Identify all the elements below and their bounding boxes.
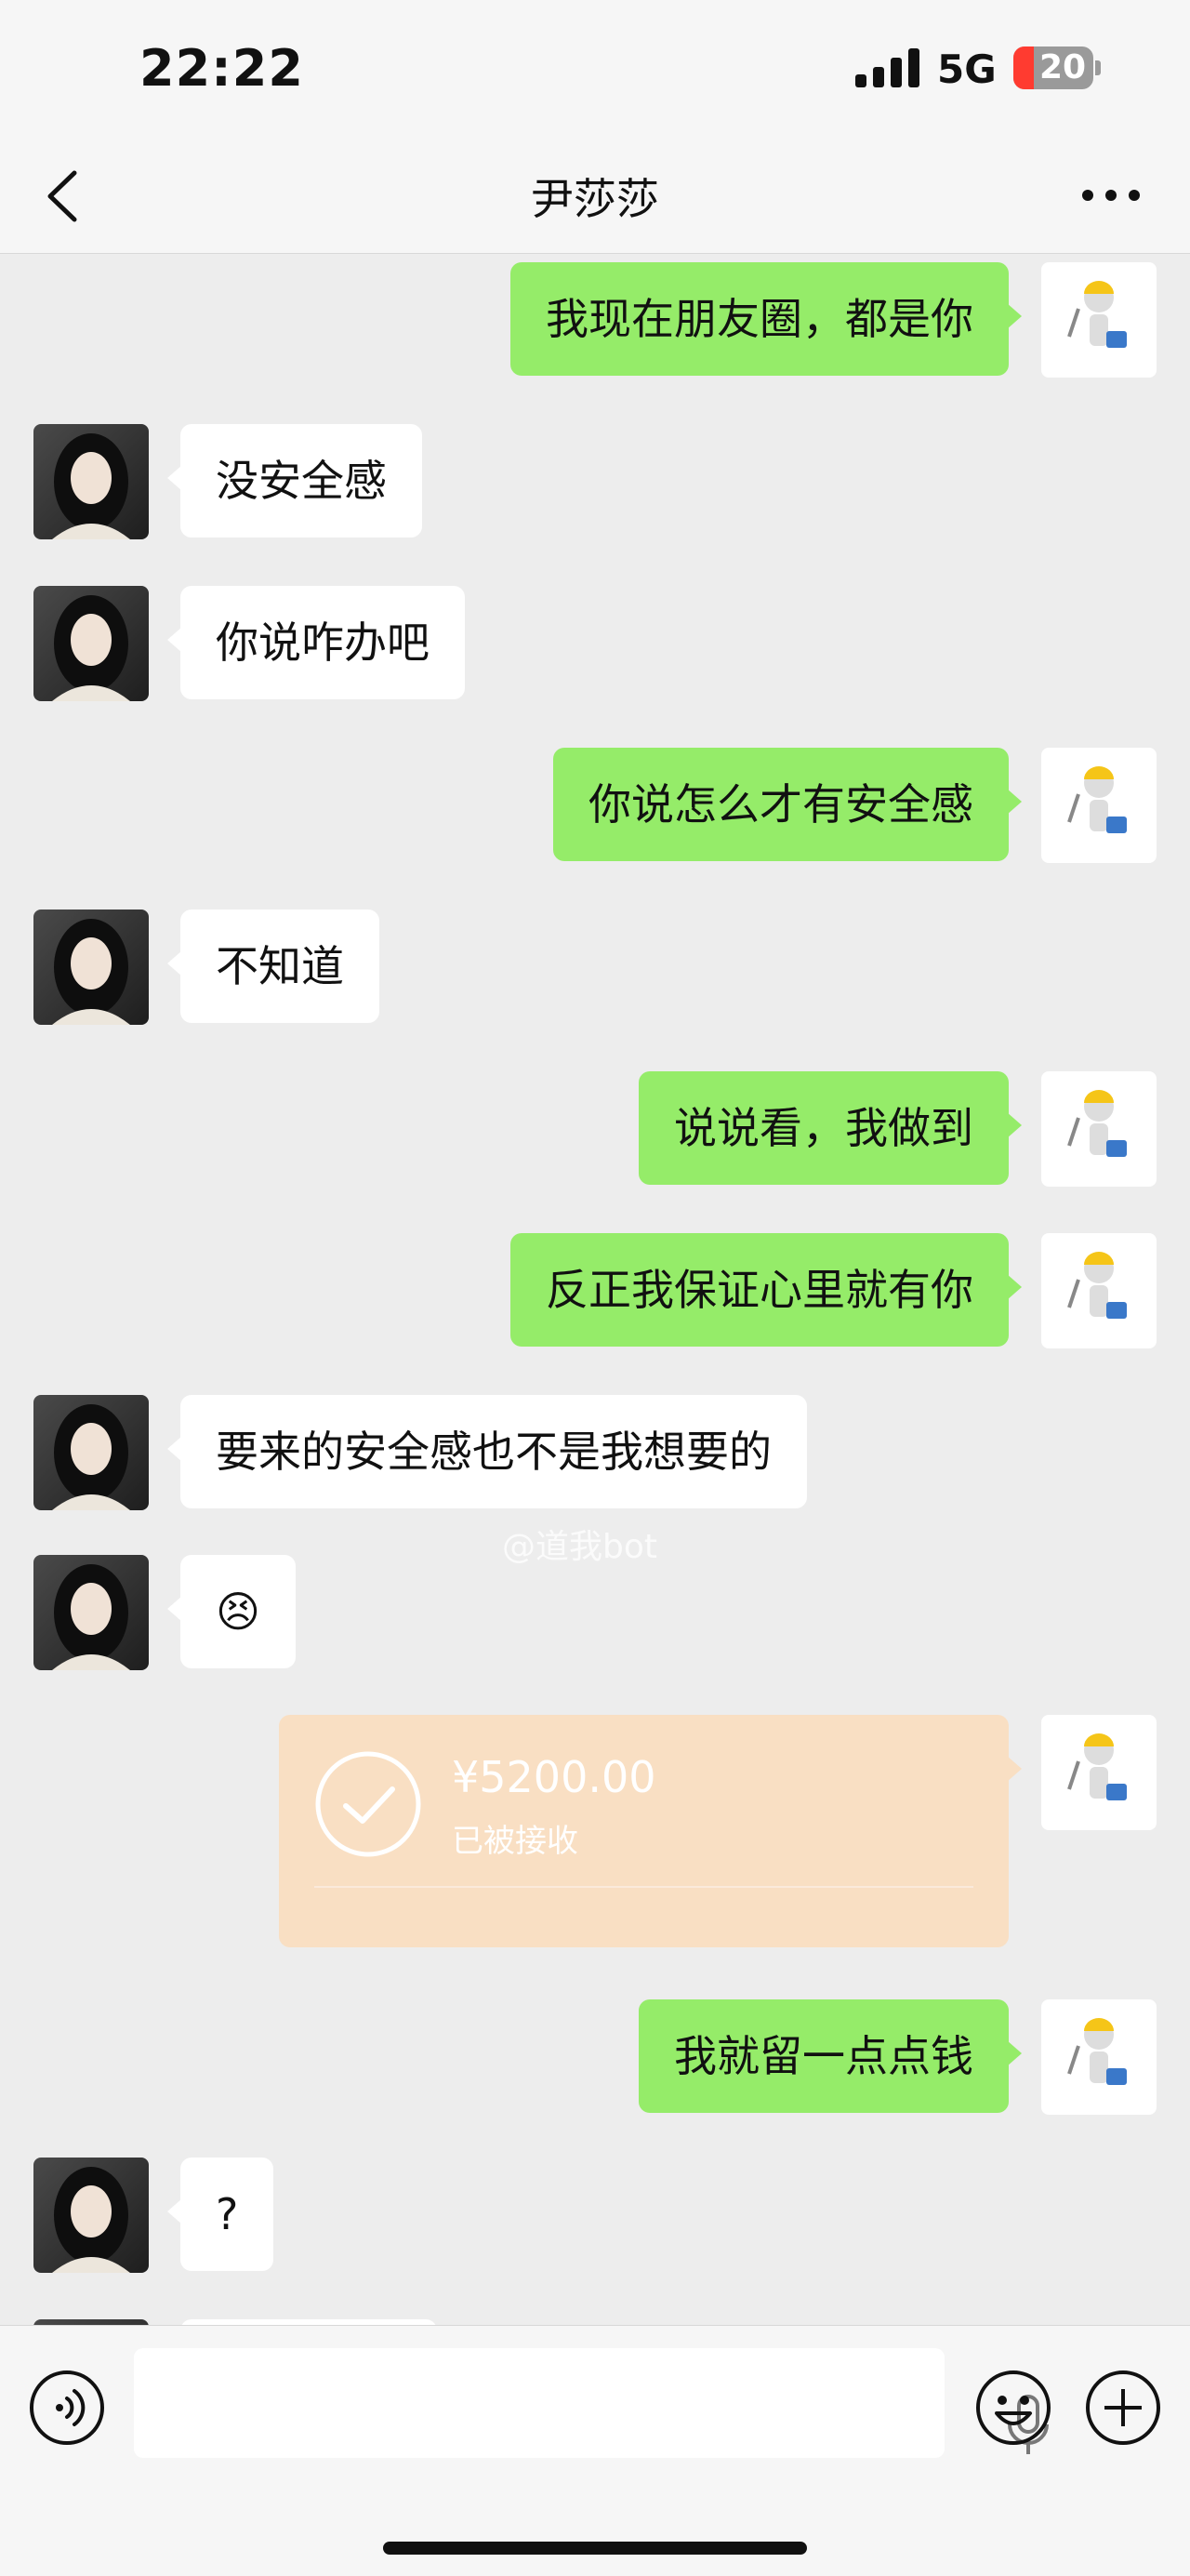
- transfer-status: 已被接收: [452, 1823, 578, 1860]
- chat-area[interactable]: 我现在朋友圈，都是你 没安全感 你说咋办吧 你说怎么才有安全感 不知道 说说看，…: [0, 253, 1190, 2325]
- watermark: @道我bot: [502, 1528, 657, 1566]
- signal-icon: [855, 48, 922, 87]
- input-bar: [0, 2325, 1190, 2576]
- network-label: 5G: [937, 46, 997, 92]
- worker-figure-icon: [1067, 1733, 1127, 1800]
- voice-toggle-icon[interactable]: [28, 2369, 106, 2447]
- status-bar: 22:22 5G 20: [0, 0, 1190, 139]
- self-avatar[interactable]: [1041, 262, 1157, 378]
- contact-avatar[interactable]: [33, 424, 149, 539]
- emoji-icon[interactable]: [974, 2369, 1052, 2447]
- message-bubble[interactable]: 你说咋办吧: [167, 586, 465, 699]
- self-avatar[interactable]: [1041, 1999, 1157, 2115]
- add-icon[interactable]: [1084, 2369, 1162, 2447]
- chat-header: 尹莎莎: [0, 139, 1190, 254]
- girl-portrait-icon: [52, 433, 130, 539]
- contact-avatar[interactable]: [33, 2158, 149, 2273]
- self-avatar[interactable]: [1041, 1715, 1157, 1830]
- contact-avatar[interactable]: [33, 910, 149, 1025]
- message-bubble[interactable]: 😣: [167, 1555, 296, 1668]
- contact-avatar[interactable]: [33, 1555, 149, 1670]
- message-bubble[interactable]: 没安全感: [167, 424, 422, 538]
- self-avatar[interactable]: [1041, 1071, 1157, 1187]
- worker-figure-icon: [1067, 281, 1127, 348]
- battery-level: 20: [1038, 48, 1087, 86]
- message-bubble[interactable]: 你说怎么才有安全感: [553, 748, 1022, 861]
- worker-figure-icon: [1067, 1090, 1127, 1157]
- transfer-divider: [314, 1886, 973, 1888]
- girl-portrait-icon: [52, 919, 130, 1025]
- message-input[interactable]: [134, 2348, 1049, 2458]
- girl-portrait-icon: [52, 2167, 130, 2273]
- message-bubble[interactable]: 我现在朋友圈，都是你: [510, 262, 1022, 376]
- contact-avatar[interactable]: [33, 1395, 149, 1510]
- check-icon: [315, 1751, 421, 1857]
- message-bubble[interactable]: ?: [166, 2158, 274, 2271]
- girl-portrait-icon: [52, 1564, 130, 1670]
- contact-avatar[interactable]: [33, 586, 149, 701]
- worker-figure-icon: [1067, 766, 1127, 833]
- home-indicator[interactable]: [383, 2542, 807, 2555]
- self-avatar[interactable]: [1041, 1233, 1157, 1348]
- message-bubble[interactable]: 说说看，我做到: [639, 1071, 1022, 1185]
- self-avatar[interactable]: [1041, 748, 1157, 863]
- chat-title: 尹莎莎: [531, 174, 659, 224]
- message-bubble[interactable]: 我就留一点点钱: [639, 1999, 1022, 2113]
- girl-portrait-icon: [52, 1404, 130, 1510]
- battery-icon: 20: [1013, 46, 1093, 89]
- worker-figure-icon: [1067, 2018, 1127, 2085]
- transfer-card[interactable]: ¥5200.00 已被接收: [279, 1715, 1022, 1947]
- status-time: 22:22: [139, 39, 304, 98]
- girl-portrait-icon: [52, 595, 130, 701]
- more-icon[interactable]: [1078, 177, 1144, 214]
- message-bubble[interactable]: 反正我保证心里就有你: [510, 1233, 1022, 1347]
- transfer-amount: ¥5200.00: [452, 1752, 656, 1802]
- message-bubble[interactable]: 要来的安全感也不是我想要的: [167, 1395, 807, 1508]
- worker-figure-icon: [1067, 1252, 1127, 1319]
- message-bubble[interactable]: 不知道: [167, 910, 379, 1023]
